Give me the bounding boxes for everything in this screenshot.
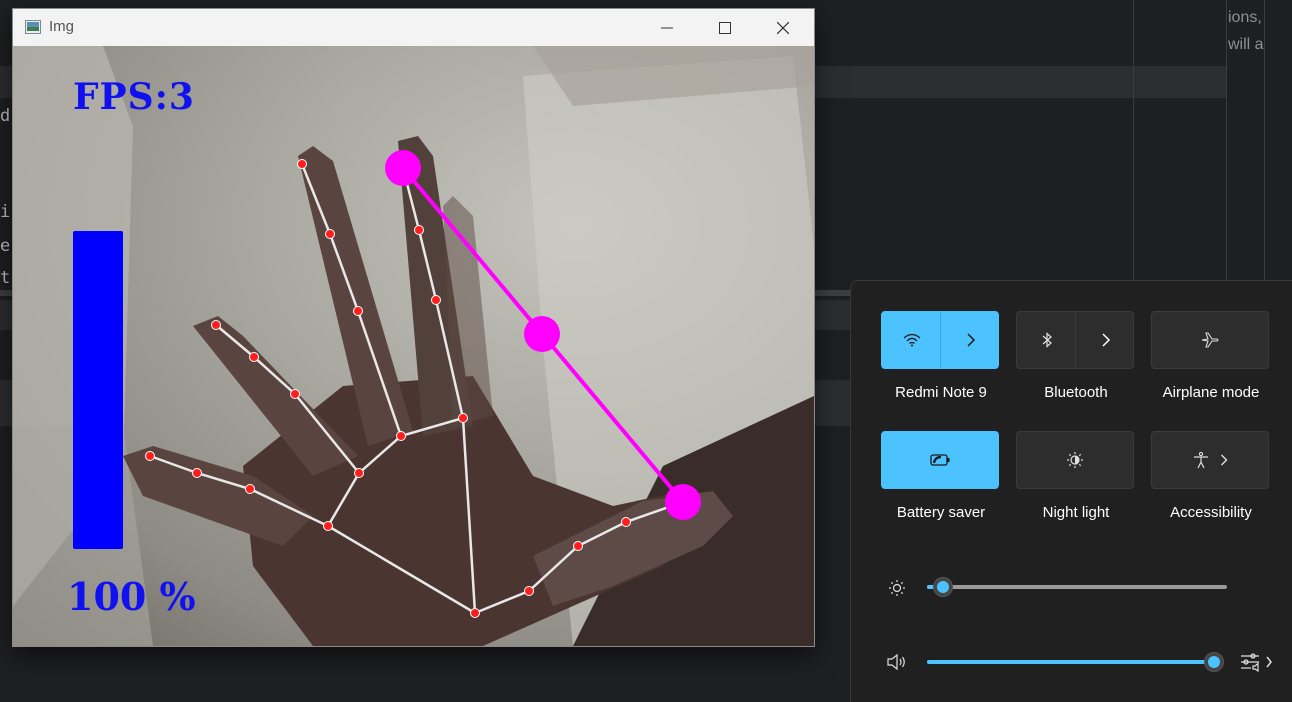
- quick-settings-panel: Redmi Note 9 Bluetooth Airplane mode Bat…: [850, 280, 1292, 702]
- volume-slider-fill: [927, 660, 1215, 664]
- chevron-right-icon: [1101, 333, 1110, 347]
- camera-scene: [13, 46, 814, 646]
- ide-gutter-line: [1133, 0, 1134, 290]
- chevron-right-icon: [966, 333, 975, 347]
- maximize-icon: [719, 21, 731, 34]
- minimize-button[interactable]: [638, 9, 696, 46]
- battery-saver-tile-label: Battery saver: [896, 504, 986, 521]
- wifi-tile-label: Redmi Note 9: [895, 384, 987, 401]
- title-bar[interactable]: Img: [13, 9, 814, 46]
- speaker-icon[interactable]: [885, 652, 909, 672]
- night-light-icon: [1067, 452, 1083, 468]
- code-fragment: t: [0, 268, 11, 288]
- wifi-toggle[interactable]: [882, 312, 941, 368]
- battery-saver-tile[interactable]: [881, 431, 999, 489]
- code-fragment: d: [0, 106, 11, 126]
- maximize-button[interactable]: [696, 9, 754, 46]
- volume-percent-label: 100 %: [67, 574, 196, 619]
- wifi-tile[interactable]: [881, 311, 999, 369]
- volume-level-bar: [73, 231, 123, 549]
- battery-saver-icon: [930, 454, 950, 466]
- img-window[interactable]: Img FPS:3 100 %: [12, 8, 815, 647]
- wifi-expand-button[interactable]: [941, 312, 1000, 368]
- audio-mixer-icon: [1241, 653, 1272, 673]
- code-fragment: i: [0, 202, 11, 222]
- accessibility-tile[interactable]: [1151, 431, 1269, 489]
- volume-slider-thumb[interactable]: [1204, 652, 1224, 672]
- code-fragment: e: [0, 236, 11, 256]
- brightness-icon: [887, 578, 907, 598]
- bluetooth-tile-label: Bluetooth: [1044, 384, 1108, 401]
- airplane-mode-tile[interactable]: [1151, 311, 1269, 369]
- ide-gutter-line: [1264, 0, 1265, 290]
- audio-output-button[interactable]: [1237, 649, 1277, 675]
- airplane-icon: [1201, 332, 1219, 348]
- night-light-tile-label: Night light: [1042, 504, 1110, 521]
- bluetooth-toggle[interactable]: [1017, 312, 1076, 368]
- accessibility-icon: [1194, 451, 1208, 469]
- chevron-right-icon: [1221, 454, 1228, 466]
- wifi-icon: [903, 333, 920, 347]
- doc-text: ions,: [1228, 9, 1262, 26]
- bluetooth-tile[interactable]: [1016, 311, 1134, 369]
- window-title: Img: [49, 18, 75, 35]
- bluetooth-icon: [1042, 332, 1052, 348]
- close-button[interactable]: [754, 9, 812, 46]
- night-light-tile[interactable]: [1016, 431, 1134, 489]
- doc-text: will a: [1228, 36, 1264, 53]
- fps-counter: FPS:3: [73, 76, 195, 118]
- brightness-slider-thumb[interactable]: [933, 577, 953, 597]
- brightness-slider-track[interactable]: [927, 585, 1227, 589]
- app-icon: [25, 20, 41, 34]
- ide-gutter-line: [1226, 0, 1227, 290]
- bluetooth-expand-button[interactable]: [1076, 312, 1135, 368]
- accessibility-tile-label: Accessibility: [1170, 504, 1252, 521]
- minimize-icon: [661, 27, 673, 28]
- airplane-mode-tile-label: Airplane mode: [1162, 384, 1260, 401]
- camera-feed: FPS:3 100 %: [13, 46, 814, 646]
- close-icon: [777, 21, 789, 34]
